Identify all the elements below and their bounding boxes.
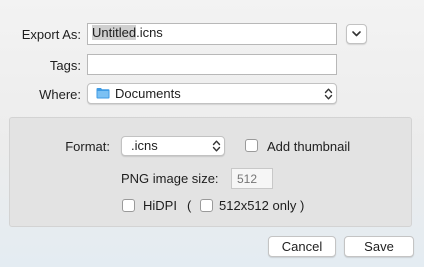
export-name-extension: .icns [136, 25, 163, 40]
png-size-field[interactable] [231, 168, 273, 189]
format-popup[interactable]: .icns [121, 136, 225, 156]
where-popup[interactable]: Documents [87, 83, 337, 104]
add-thumbnail-label: Add thumbnail [267, 139, 351, 154]
export-name-selected-text: Untitled [92, 25, 137, 40]
where-value: Documents [115, 86, 181, 101]
512-only-label: 512x512 only ) [219, 198, 305, 213]
export-name-field[interactable]: Untitled.icns [87, 23, 337, 45]
512-only-checkbox[interactable] [200, 199, 213, 212]
open-paren: ( [187, 198, 192, 213]
folder-icon [96, 88, 110, 99]
hidpi-label: HiDPI [143, 198, 177, 213]
up-down-arrows-icon [212, 140, 221, 152]
format-value: .icns [131, 138, 158, 153]
save-button[interactable]: Save [344, 236, 414, 257]
tags-field[interactable] [87, 54, 337, 75]
hidpi-checkbox[interactable] [122, 199, 135, 212]
chevron-down-icon [352, 31, 361, 37]
where-label: Where: [39, 87, 81, 102]
tags-label: Tags: [49, 58, 81, 73]
expand-dialog-button[interactable] [346, 24, 367, 44]
png-size-label: PNG image size: [121, 171, 219, 186]
export-as-label: Export As: [21, 27, 81, 42]
format-label: Format: [65, 139, 110, 154]
up-down-arrows-icon [324, 88, 333, 100]
add-thumbnail-checkbox[interactable] [245, 139, 258, 152]
cancel-button[interactable]: Cancel [268, 236, 336, 257]
